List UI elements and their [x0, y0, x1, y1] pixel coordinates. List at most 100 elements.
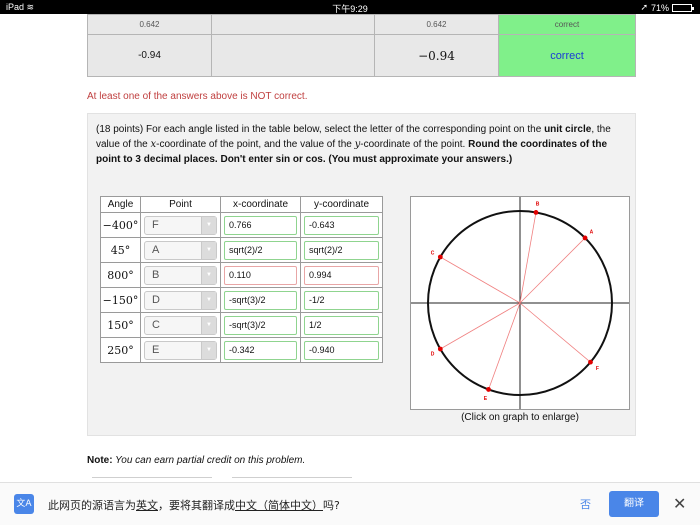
location-arrow-icon: ➚	[640, 2, 648, 12]
point-cell: B ▼	[140, 262, 221, 288]
y-cell: 1/2	[300, 312, 383, 338]
answer-row: −400° F ▼ 0.766 -0.643	[100, 212, 383, 238]
radius-line	[440, 302, 521, 350]
warning-message: At least one of the answers above is NOT…	[87, 91, 308, 102]
answer-row: 45° A ▼ sqrt(2)/2 sqrt(2)/2	[100, 237, 383, 263]
unit-circle-graph[interactable]: B A C D E F	[410, 196, 630, 410]
header-y: y-coordinate	[300, 196, 383, 213]
radius-line	[440, 256, 521, 304]
x-coordinate-input[interactable]: -sqrt(3)/2	[224, 290, 297, 310]
graph-point-label: C	[431, 251, 435, 257]
translate-button[interactable]: 翻译	[609, 491, 659, 517]
y-coordinate-input[interactable]: sqrt(2)/2	[304, 240, 379, 260]
result-preview: −0.94	[374, 34, 499, 77]
graph-point-label: D	[431, 352, 435, 358]
chevron-down-icon: ▼	[201, 341, 216, 359]
graph-point	[582, 235, 588, 241]
header-angle: Angle	[100, 196, 141, 213]
source-language-link[interactable]: 英文	[136, 499, 158, 512]
y-coordinate-input[interactable]: -0.643	[304, 215, 379, 235]
answer-header-row: Angle Point x-coordinate y-coordinate	[100, 196, 383, 213]
point-select[interactable]: E ▼	[144, 340, 217, 360]
result-entered: 0.642	[87, 14, 212, 35]
translate-message: 此网页的源语言为英文，要将其翻译成中文（简体中文）吗?	[48, 499, 340, 512]
close-icon[interactable]: ✕	[673, 494, 686, 514]
point-select[interactable]: B ▼	[144, 265, 217, 285]
graph-point-label: B	[536, 202, 540, 208]
answer-row: −150° D ▼ -sqrt(3)/2 -1/2	[100, 287, 383, 313]
y-cell: 0.994	[300, 262, 383, 288]
y-cell: -0.940	[300, 337, 383, 363]
note: Note: You can earn partial credit on thi…	[87, 455, 306, 466]
graph-point-label: F	[596, 366, 599, 372]
answer-row: 150° C ▼ -sqrt(3)/2 1/2	[100, 312, 383, 338]
unit-circle-svg[interactable]: B A C D E F	[411, 197, 629, 409]
decline-translate-button[interactable]: 否	[580, 496, 591, 512]
previous-results-table: 0.642 0.642 correct -0.94 −0.94 correct	[87, 14, 636, 77]
result-status: correct	[498, 14, 636, 35]
battery-icon	[672, 3, 694, 12]
angle-cell: 45°	[100, 237, 141, 263]
header-x: x-coordinate	[220, 196, 301, 213]
target-language-link[interactable]: 中文（简体中文）	[235, 499, 323, 512]
y-coordinate-input[interactable]: 1/2	[304, 315, 379, 335]
status-bar: iPad ≋ 下午9:29 ➚ 71%	[0, 0, 700, 14]
x-cell: -sqrt(3)/2	[220, 287, 301, 313]
chevron-down-icon: ▼	[201, 266, 216, 284]
radius-line	[488, 302, 521, 390]
x-coordinate-input[interactable]: -0.342	[224, 340, 297, 360]
angle-cell: 250°	[100, 337, 141, 363]
x-coordinate-input[interactable]: sqrt(2)/2	[224, 240, 297, 260]
results-row-top: 0.642 0.642 correct	[87, 14, 636, 35]
y-coordinate-input[interactable]: -1/2	[304, 290, 379, 310]
x-cell: 0.766	[220, 212, 301, 238]
result-preview: 0.642	[374, 14, 499, 35]
header-point: Point	[140, 196, 221, 213]
result-entered: -0.94	[87, 34, 212, 77]
answer-rows: −400° F ▼ 0.766 -0.643 45° A ▼ sqrt(2)/2 sqrt(2)/…	[100, 212, 383, 363]
x-cell: sqrt(2)/2	[220, 237, 301, 263]
graph-point	[437, 346, 443, 352]
x-coordinate-input[interactable]: 0.110	[224, 265, 297, 285]
y-coordinate-input[interactable]: 0.994	[304, 265, 379, 285]
chevron-down-icon: ▼	[201, 241, 216, 259]
point-select[interactable]: C ▼	[144, 315, 217, 335]
graph-point	[486, 387, 491, 392]
graph-point	[437, 254, 443, 260]
x-coordinate-input[interactable]: 0.766	[224, 215, 297, 235]
angle-cell: −400°	[100, 212, 141, 238]
radius-line	[519, 302, 591, 363]
divider	[232, 477, 352, 478]
angle-cell: 150°	[100, 312, 141, 338]
point-select[interactable]: F ▼	[144, 215, 217, 235]
graph-point	[533, 209, 539, 215]
x-cell: 0.110	[220, 262, 301, 288]
answer-table: Angle Point x-coordinate y-coordinate −4…	[100, 196, 383, 363]
angle-cell: −150°	[100, 287, 141, 313]
results-row: -0.94 −0.94 correct	[87, 34, 636, 77]
graph-point	[588, 359, 593, 365]
angle-cell: 800°	[100, 262, 141, 288]
result-spacer	[211, 14, 375, 35]
point-select[interactable]: A ▼	[144, 240, 217, 260]
result-status: correct	[498, 34, 636, 77]
answer-row: 250° E ▼ -0.342 -0.940	[100, 337, 383, 363]
chevron-down-icon: ▼	[201, 316, 216, 334]
point-cell: C ▼	[140, 312, 221, 338]
y-cell: -1/2	[300, 287, 383, 313]
graph-caption[interactable]: (Click on graph to enlarge)	[410, 412, 630, 423]
y-coordinate-input[interactable]: -0.940	[304, 340, 379, 360]
problem-text: (18 points) For each angle listed in the…	[96, 124, 611, 165]
battery-percent: 71%	[650, 2, 669, 13]
translate-bar: 文A 此网页的源语言为英文，要将其翻译成中文（简体中文）吗? 否 翻译 ✕	[0, 482, 700, 525]
point-cell: F ▼	[140, 212, 221, 238]
y-cell: -0.643	[300, 212, 383, 238]
translate-icon: 文A	[14, 494, 34, 514]
point-select[interactable]: D ▼	[144, 290, 217, 310]
x-coordinate-input[interactable]: -sqrt(3)/2	[224, 315, 297, 335]
point-cell: D ▼	[140, 287, 221, 313]
x-cell: -0.342	[220, 337, 301, 363]
divider	[92, 477, 212, 478]
y-cell: sqrt(2)/2	[300, 237, 383, 263]
graph-point-label: A	[590, 230, 594, 236]
